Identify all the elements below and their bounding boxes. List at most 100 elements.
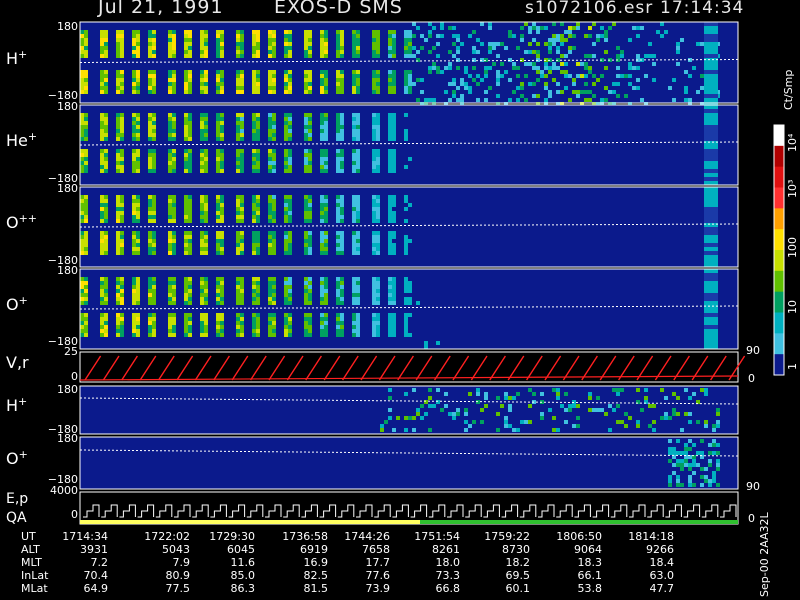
spectro-cell-p2 — [236, 211, 240, 215]
spectro-cell-p3 — [200, 285, 204, 289]
spectro-cell-p0 — [84, 46, 88, 50]
spectro-cell-p1 — [80, 169, 84, 173]
spectro-cell-p2 — [284, 247, 288, 251]
spectro-cell-p1 — [100, 121, 104, 125]
spectro-cell-p0 — [188, 34, 192, 38]
spectro-cell-p3 — [336, 277, 340, 281]
spectro-cell-p3 — [272, 317, 276, 321]
o2-cell — [684, 447, 688, 451]
spectro-cell-p3 — [372, 333, 376, 337]
spectro-cell-p3 — [220, 317, 224, 321]
spectro-cell-p2 — [376, 231, 380, 235]
spectro-cell-p1 — [352, 129, 356, 133]
spectro-cell-p0 — [392, 78, 396, 82]
spectro-cell-p3 — [184, 293, 188, 297]
spectro-cell-p1 — [152, 157, 156, 161]
spectro-cell-p1 — [136, 133, 140, 137]
spectro-cell-p1 — [340, 133, 344, 137]
spectro-cell-p0 — [532, 82, 536, 86]
spectro-cell-p0 — [320, 34, 324, 38]
spectro-cell-p0 — [272, 90, 276, 94]
spectro-cell-p0 — [392, 54, 396, 58]
h2-cell — [556, 388, 560, 392]
spectro-cell-p0 — [152, 50, 156, 54]
spectro-cell-p2 — [388, 203, 392, 207]
spectro-cell-p0 — [236, 46, 240, 50]
spectro-cell-p1 — [148, 117, 152, 121]
spectro-cell-p1 — [188, 129, 192, 133]
spectro-cell-p1 — [324, 137, 328, 141]
spectro-cell-p2 — [172, 251, 176, 255]
h2-cell — [576, 424, 580, 428]
spectro-cell-p0 — [536, 54, 540, 58]
spectro-cell-p0 — [148, 50, 152, 54]
o2-cell — [708, 483, 712, 487]
spectro-cell-p2 — [352, 199, 356, 203]
spectro-cell-p0 — [584, 82, 588, 86]
spectro-cell-p2 — [304, 247, 308, 251]
spectro-cell-p2 — [100, 215, 104, 219]
spectro-cell-p0 — [372, 54, 376, 58]
spectro-cell-p2 — [132, 251, 136, 255]
spectro-cell-p1 — [220, 137, 224, 141]
o2-cell — [712, 475, 716, 479]
spectro-cell-p2 — [236, 207, 240, 211]
spectro-cell-p2 — [304, 195, 308, 199]
spectro-cell-p0 — [184, 50, 188, 54]
spectro-cell-p1 — [320, 165, 324, 169]
colorbar-tick-1e4: 10⁴ — [786, 133, 799, 152]
spectro-cell-p1 — [172, 113, 176, 117]
spectro-cell-p3 — [136, 313, 140, 317]
spectro-cell-p2 — [340, 219, 344, 223]
spectro-cell-p0 — [80, 54, 84, 58]
spectro-cell-p1 — [80, 157, 84, 161]
spectro-cell-p2 — [284, 219, 288, 223]
spectro-cell-p3 — [336, 293, 340, 297]
spectro-cell-p1 — [256, 117, 260, 121]
spectro-cell-p2 — [304, 239, 308, 243]
spectro-cell-p0 — [240, 38, 244, 42]
spectro-cell-p0 — [680, 38, 684, 42]
spectro-cell-p2 — [320, 219, 324, 223]
spectro-cell-p0 — [320, 46, 324, 50]
spectro-cell-p1 — [308, 149, 312, 153]
spectro-cell-p3 — [172, 329, 176, 333]
spectro-cell-p0 — [184, 78, 188, 82]
spectro-cell-p2 — [188, 247, 192, 251]
spectro-cell-p2 — [252, 251, 256, 255]
spectro-cell-p1 — [392, 157, 396, 161]
spectro-cell-p0 — [216, 38, 220, 42]
o2-cell — [676, 479, 680, 483]
spectro-cell-p1 — [188, 153, 192, 157]
spectro-cell-p3 — [352, 321, 356, 325]
spectro-cell-p2 — [336, 243, 340, 247]
spectro-cell-p0 — [624, 94, 628, 98]
spectro-cell-p1 — [388, 165, 392, 169]
spectro-cell-p2 — [336, 239, 340, 243]
spectro-cell-p2 — [340, 235, 344, 239]
spectro-cell-p0 — [324, 74, 328, 78]
spectro-cell-p0 — [172, 70, 176, 74]
spectro-cell-p3 — [84, 297, 88, 301]
colorbar-unit: Ct/Smp — [782, 69, 795, 110]
spectro-cell-p3 — [256, 277, 260, 281]
spectro-cell-p0 — [220, 82, 224, 86]
spectro-cell-p0 — [392, 86, 396, 90]
h2-cell — [420, 404, 424, 408]
spectro-cell-p3 — [372, 281, 376, 285]
spectro-cell-p1 — [284, 133, 288, 137]
spectro-cell-p0 — [80, 90, 84, 94]
spectro-cell-p3 — [80, 293, 84, 297]
spectro-cell-p2 — [272, 211, 276, 215]
spectro-cell-p0 — [436, 66, 440, 70]
spectro-cell-p0 — [616, 94, 620, 98]
spectro-cell-p3 — [272, 301, 276, 305]
spectro-edge-p0 — [704, 30, 718, 34]
spectro-cell-p1 — [188, 161, 192, 165]
spectro-cell-p0 — [428, 98, 432, 102]
spectro-cell-p3 — [132, 325, 136, 329]
spectro-cell-p0 — [220, 30, 224, 34]
colorbar-swatch-5 — [774, 229, 784, 251]
spectro-cell-p0 — [324, 34, 328, 38]
spectro-cell-p1 — [80, 133, 84, 137]
